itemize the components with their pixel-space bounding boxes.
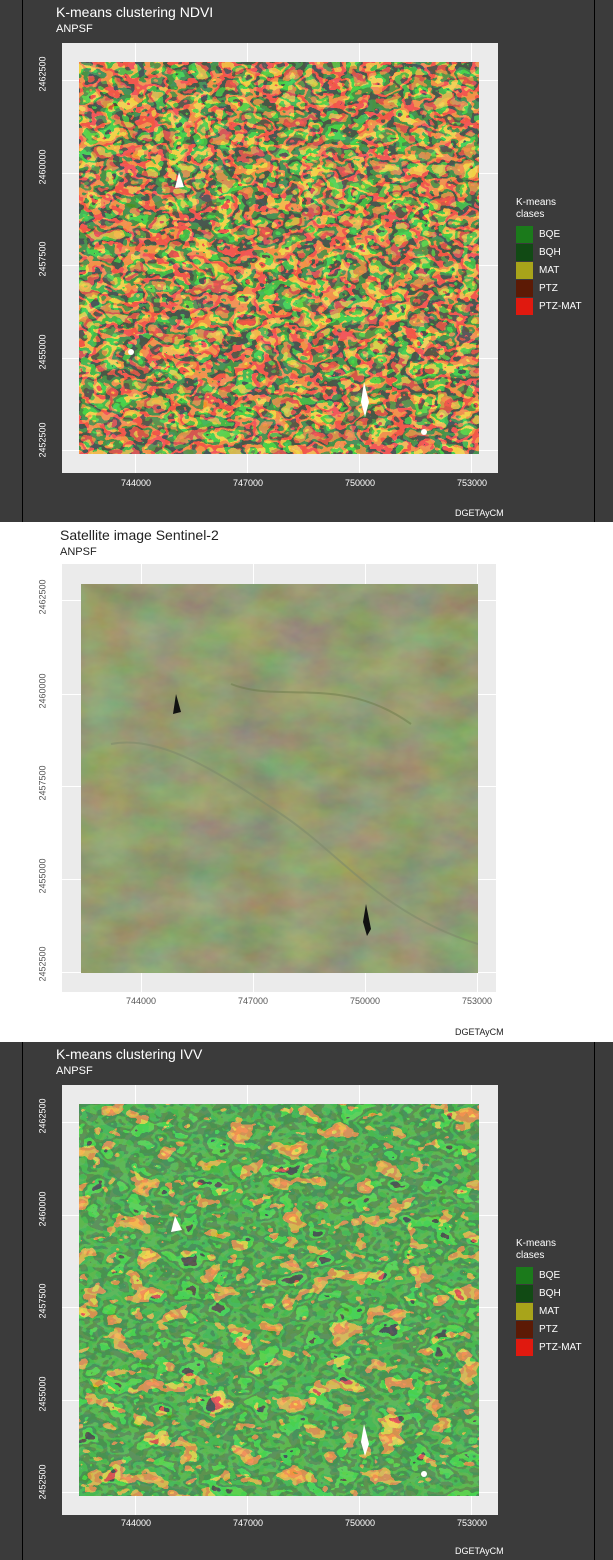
legend-item: PTZ-MAT (516, 297, 582, 315)
y-tick-label: 2455000 (37, 334, 48, 370)
y-tick-label: 2460000 (37, 149, 48, 185)
legend-swatch (516, 297, 533, 315)
satellite-image (81, 584, 478, 973)
caption: DGETAyCM (455, 1546, 504, 1556)
y-tick-label: 2462500 (37, 579, 48, 615)
y-tick-label: 2457500 (37, 765, 48, 801)
y-tick-label: 2452500 (37, 422, 48, 458)
y-tick-label: 2452500 (37, 1464, 48, 1500)
legend-swatch (516, 261, 533, 279)
satellite-map-panel: Satellite image Sentinel-2 ANPSF 2462500… (0, 522, 613, 1042)
legend-label: PTZ-MAT (539, 300, 582, 312)
map-title: K-means clustering NDVI (56, 4, 214, 20)
x-tick-label: 753000 (456, 478, 488, 488)
ivv-map-panel: K-means clustering IVV ANPSF 2462500 246… (0, 1042, 613, 1560)
legend-item: BQH (516, 243, 582, 261)
y-tick-label: 2457500 (37, 241, 48, 277)
frame-line (22, 1042, 23, 1560)
x-tick-label: 753000 (456, 1518, 488, 1528)
legend: K-means clases BQE BQH MAT PTZ PTZ-MAT (516, 197, 582, 315)
legend-item: PTZ (516, 279, 582, 297)
kmeans-raster (79, 62, 479, 454)
legend-label: PTZ-MAT (539, 1341, 582, 1353)
legend-swatch (516, 279, 533, 297)
legend-item: MAT (516, 1302, 582, 1320)
frame-line (22, 0, 23, 522)
legend-swatch (516, 1302, 533, 1320)
map-subtitle: ANPSF (60, 546, 97, 558)
y-tick-label: 2462500 (37, 56, 48, 92)
map-subtitle: ANPSF (56, 23, 93, 35)
legend-item: PTZ-MAT (516, 1338, 582, 1356)
x-tick-label: 750000 (349, 996, 381, 1006)
legend-item: BQE (516, 1266, 582, 1284)
legend-swatch (516, 225, 533, 243)
legend-label: MAT (539, 264, 560, 276)
caption: DGETAyCM (455, 1027, 504, 1037)
y-tick-label: 2455000 (37, 858, 48, 894)
frame-line (594, 0, 595, 522)
legend-item: BQE (516, 225, 582, 243)
y-tick-label: 2460000 (37, 1191, 48, 1227)
x-tick-label: 744000 (120, 1518, 152, 1528)
legend-swatch (516, 1284, 533, 1302)
caption: DGETAyCM (455, 508, 504, 518)
legend-swatch (516, 1266, 533, 1284)
legend-label: BQH (539, 1287, 561, 1299)
legend-swatch (516, 243, 533, 261)
y-tick-label: 2462500 (37, 1098, 48, 1134)
legend: K-means clases BQE BQH MAT PTZ PTZ-MAT (516, 1238, 582, 1356)
legend-label: PTZ (539, 1323, 558, 1335)
x-tick-label: 747000 (232, 478, 264, 488)
y-tick-label: 2452500 (37, 946, 48, 982)
legend-label: BQH (539, 246, 561, 258)
legend-item: MAT (516, 261, 582, 279)
legend-title: K-means clases (516, 1238, 557, 1261)
map-title: Satellite image Sentinel-2 (60, 527, 219, 543)
plot-area (62, 1085, 498, 1515)
y-tick-label: 2457500 (37, 1283, 48, 1319)
kmeans-raster (79, 1104, 479, 1496)
x-tick-label: 744000 (120, 478, 152, 488)
frame-line (594, 1042, 595, 1560)
legend-swatch (516, 1338, 533, 1356)
legend-label: MAT (539, 1305, 560, 1317)
legend-item: PTZ (516, 1320, 582, 1338)
legend-label: BQE (539, 228, 561, 240)
map-subtitle: ANPSF (56, 1065, 93, 1077)
x-tick-label: 747000 (232, 1518, 264, 1528)
plot-area (62, 43, 498, 473)
legend-title: K-means clases (516, 197, 557, 220)
y-tick-label: 2455000 (37, 1376, 48, 1412)
y-tick-label: 2460000 (37, 673, 48, 709)
map-title: K-means clustering IVV (56, 1046, 203, 1062)
x-tick-label: 750000 (344, 1518, 376, 1528)
x-tick-label: 744000 (125, 996, 157, 1006)
legend-item: BQH (516, 1284, 582, 1302)
legend-label: BQE (539, 1269, 561, 1281)
ndvi-map-panel: K-means clustering NDVI ANPSF 2462500 24… (0, 0, 613, 522)
x-tick-label: 747000 (237, 996, 269, 1006)
legend-label: PTZ (539, 282, 558, 294)
x-tick-label: 753000 (461, 996, 493, 1006)
legend-swatch (516, 1320, 533, 1338)
plot-area (62, 564, 496, 992)
x-tick-label: 750000 (344, 478, 376, 488)
